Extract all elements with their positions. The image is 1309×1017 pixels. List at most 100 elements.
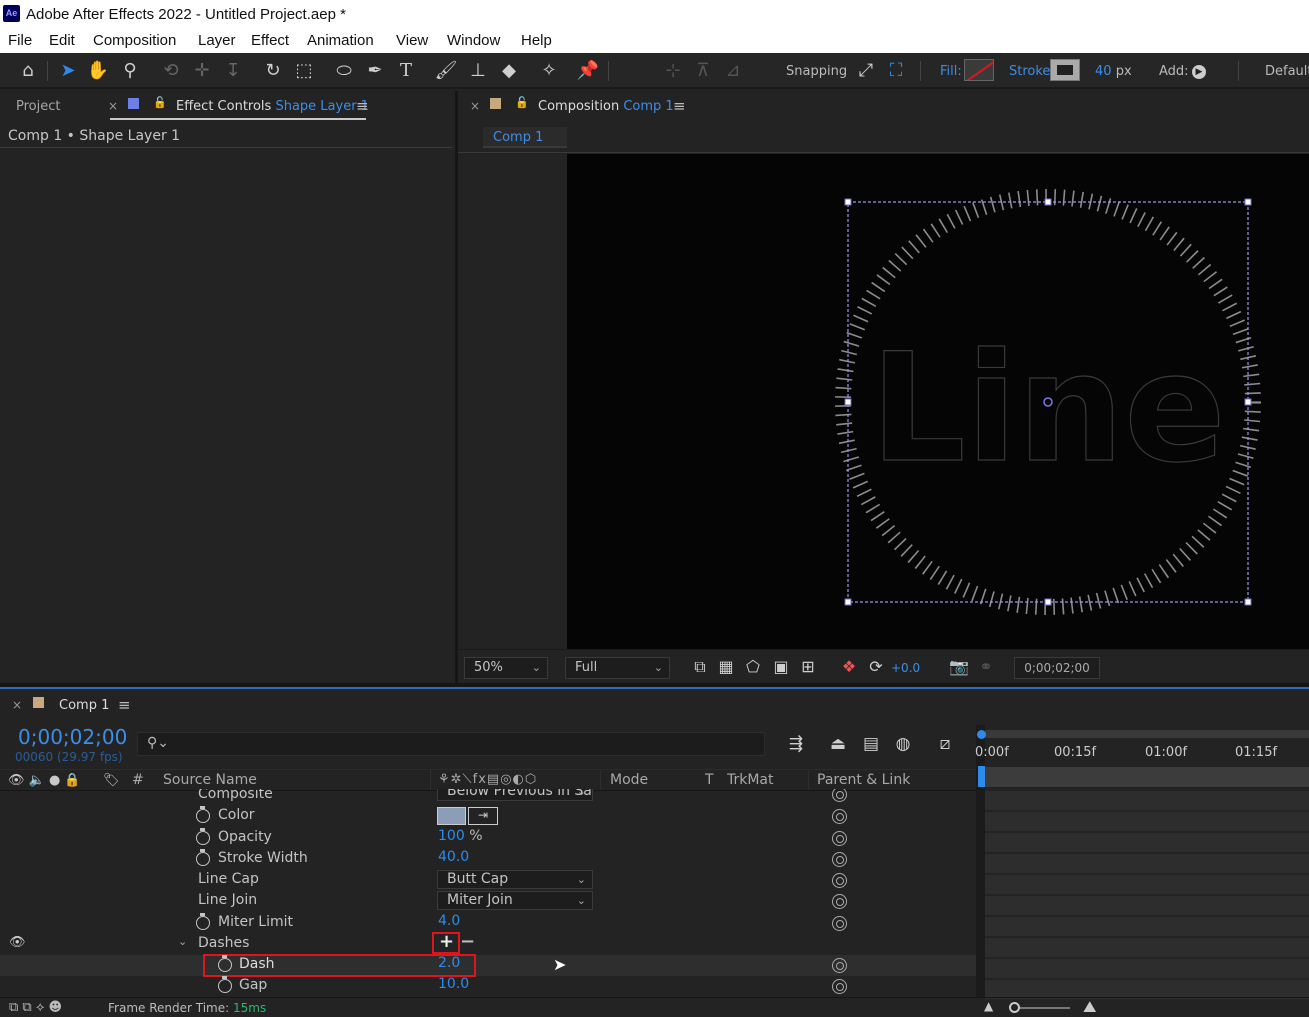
menu-edit[interactable]: Edit [49,32,75,49]
pen-tool-icon[interactable]: ✒ [362,58,388,84]
local-axis-icon[interactable]: ⊹ [660,58,686,84]
frame-blending-icon[interactable]: ◍ [890,731,916,757]
add-dash-button[interactable]: + [439,931,454,952]
fill-swatch[interactable] [964,59,994,81]
show-snapshot-icon[interactable]: ⚭ [973,654,999,680]
timeline-tab[interactable]: Comp 1 [59,698,109,713]
zoom-out-icon[interactable]: ▲ [984,999,993,1013]
stopwatch-icon[interactable] [196,806,210,823]
snapshot-camera-icon[interactable]: 📷 [946,654,972,680]
stopwatch-icon[interactable] [196,849,210,866]
stroke-width-value[interactable]: 40.0 [438,849,469,865]
lock-icon[interactable]: 🔓 [515,96,529,109]
add-menu-icon[interactable]: ▶ [1192,65,1206,79]
stopwatch-icon[interactable] [218,955,232,972]
exposure-value[interactable]: +0.0 [891,661,920,675]
menu-composition[interactable]: Composition [93,32,176,49]
dolly-camera-icon[interactable]: ↧ [220,58,246,84]
close-icon[interactable]: × [470,99,480,113]
dash-value[interactable]: 2.0 [438,955,460,971]
lock-icon[interactable]: 🔓 [153,96,167,109]
stroke-width-field[interactable]: 40 px [1095,64,1132,79]
opacity-value[interactable]: 100 [438,828,465,844]
tab-composition[interactable]: Composition Comp 1 [538,99,674,114]
magnification-dropdown[interactable]: 50% ⌄ [464,657,548,679]
time-ruler[interactable] [985,767,1309,787]
grid-guides-icon[interactable]: ⊞ [795,654,821,680]
menu-effect[interactable]: Effect [251,32,289,49]
current-time-indicator[interactable] [978,766,985,787]
snap-features-icon[interactable]: ⛶ [883,58,909,84]
gap-value[interactable]: 10.0 [438,976,469,992]
col-parent-link[interactable]: Parent & Link [817,772,910,788]
property-row-color[interactable]: Color ⇥ [0,806,976,827]
rotation-tool-icon[interactable]: ↻ [260,58,286,84]
graph-editor-icon[interactable]: ⧄ [932,731,958,757]
pan-camera-icon[interactable]: ✛ [189,58,215,84]
composition-mini-flowchart-icon[interactable]: ⇶ [783,731,809,757]
puppet-pin-icon[interactable]: 📌 [575,58,601,84]
comp-viewer[interactable]: Line [567,154,1309,649]
region-of-interest-icon[interactable]: ▣ [768,654,794,680]
hide-shy-layers-icon[interactable]: ▤ [858,731,884,757]
close-icon[interactable]: × [12,698,22,712]
col-source-name[interactable]: Source Name [163,772,257,788]
work-area-bar[interactable] [985,730,1309,738]
property-row-dash[interactable]: Dash 2.0 ➤ [0,954,976,977]
zoom-in-icon[interactable]: ⛰ [1083,997,1096,1017]
menu-animation[interactable]: Animation [307,32,374,49]
orbit-camera-icon[interactable]: ⟲ [158,58,184,84]
timeline-search-input[interactable]: ⚲⌄ [137,732,765,756]
property-row-composite[interactable]: Composite Below Previous in Sa ⌄ [0,789,976,803]
pan-behind-icon[interactable]: ⬚ [291,58,317,84]
pickwhip-icon[interactable] [832,852,847,867]
property-row-line-join[interactable]: Line Join Miter Join ⌄ [0,891,976,912]
menu-window[interactable]: Window [447,32,500,49]
line-join-dropdown[interactable]: Miter Join ⌄ [437,891,593,910]
resolution-dropdown[interactable]: Full ⌄ [565,657,670,679]
roto-brush-icon[interactable]: ✧ [536,58,562,84]
miter-limit-value[interactable]: 4.0 [438,913,460,929]
view-axis-icon[interactable]: ⊿ [720,58,746,84]
property-row-opacity[interactable]: Opacity 100 % [0,828,976,849]
always-preview-icon[interactable]: ⧉ [687,654,713,680]
eyedropper-icon[interactable]: ⇥ [468,807,498,825]
pickwhip-icon[interactable] [832,894,847,909]
transparency-grid-icon[interactable]: ▦ [713,654,739,680]
pickwhip-icon[interactable] [832,916,847,931]
stopwatch-icon[interactable] [218,976,232,993]
menu-view[interactable]: View [396,32,428,49]
snap-edges-icon[interactable]: ⤢ [853,58,879,84]
timeline-timecode[interactable]: 0;00;02;00 [18,725,127,749]
property-row-stroke-width[interactable]: Stroke Width 40.0 [0,849,976,870]
pickwhip-icon[interactable] [832,979,847,994]
pickwhip-icon[interactable] [832,873,847,888]
menu-help[interactable]: Help [521,32,552,49]
close-icon[interactable]: × [108,99,118,113]
selection-tool-icon[interactable]: ➤ [55,58,81,84]
panel-menu-icon[interactable]: ≡ [356,97,369,115]
menu-file[interactable]: File [8,32,32,49]
ellipse-tool-icon[interactable]: ⬭ [331,58,357,84]
chevron-down-icon[interactable]: ⌄ [178,935,187,948]
menu-layer[interactable]: Layer [198,32,236,49]
eraser-tool-icon[interactable]: ◆ [496,58,522,84]
mask-visibility-icon[interactable]: ⬠ [740,654,766,680]
pickwhip-icon[interactable] [832,831,847,846]
home-icon[interactable]: ⌂ [15,58,41,84]
zoom-tool-icon[interactable]: ⚲ [117,58,143,84]
stroke-swatch[interactable] [1050,59,1080,81]
property-row-line-cap[interactable]: Line Cap Butt Cap ⌄ [0,870,976,891]
reset-exposure-icon[interactable]: ⟳ [863,654,889,680]
stopwatch-icon[interactable] [196,828,210,845]
draft-3d-icon[interactable]: ⏏ [825,731,851,757]
workspace-default[interactable]: Default [1265,64,1309,79]
type-tool-icon[interactable]: T [393,58,419,84]
pickwhip-icon[interactable] [832,958,847,973]
property-row-miter-limit[interactable]: Miter Limit 4.0 [0,913,976,934]
color-swatch[interactable] [437,807,466,825]
line-cap-dropdown[interactable]: Butt Cap ⌄ [437,870,593,889]
eye-icon[interactable]: 👁 [9,935,26,950]
channel-icon[interactable]: ❖ [836,654,862,680]
hand-tool-icon[interactable]: ✋ [85,58,111,84]
